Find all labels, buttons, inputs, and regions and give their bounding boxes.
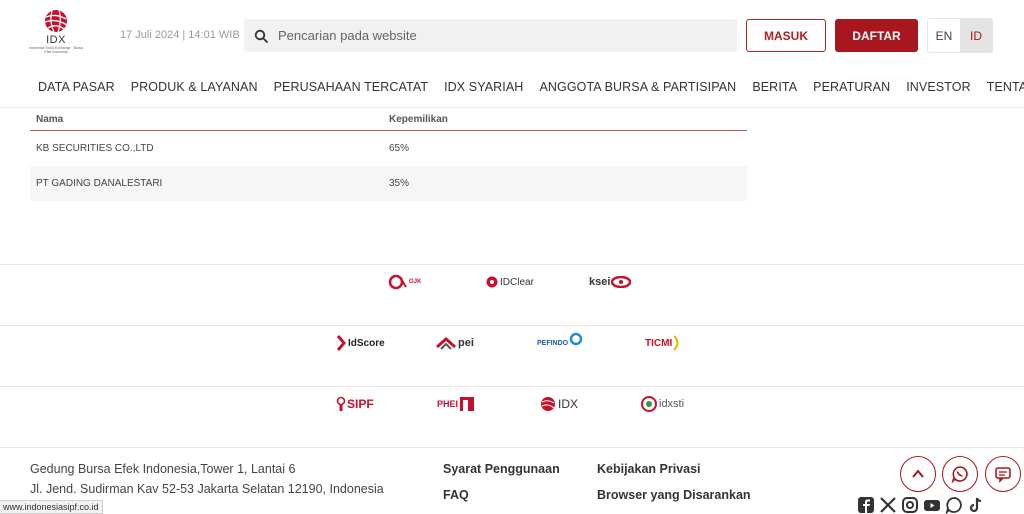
nav-idx-syariah[interactable]: IDX SYARIAH xyxy=(444,80,523,94)
ksei-label: ksei xyxy=(589,276,611,288)
chat-float-button[interactable] xyxy=(985,456,1021,492)
address-line-2: Jl. Jend. Sudirman Kav 52-53 Jakarta Sel… xyxy=(30,482,384,496)
scroll-top-button[interactable] xyxy=(900,456,936,492)
language-switcher: EN ID xyxy=(927,18,993,53)
ownership-table: Nama Kepemilikan KB SECURITIES CO.,LTD 6… xyxy=(30,108,747,201)
header-kepemilikan: Kepemilikan xyxy=(389,113,448,125)
sipf-icon xyxy=(336,396,346,411)
idx-globe-small-icon xyxy=(541,397,555,411)
ksei-logo[interactable]: ksei xyxy=(589,269,632,295)
divider xyxy=(0,447,1024,448)
lang-id-option[interactable]: ID xyxy=(960,19,992,52)
pefindo-icon xyxy=(569,332,583,346)
logo-text: IDX xyxy=(46,34,66,46)
faq-link[interactable]: FAQ xyxy=(443,488,469,502)
register-button[interactable]: DAFTAR xyxy=(835,19,918,52)
search-input[interactable] xyxy=(278,28,698,43)
idscore-label: IdScore xyxy=(348,337,385,349)
table-header: Nama Kepemilikan xyxy=(30,108,747,131)
lang-en-option[interactable]: EN xyxy=(928,19,960,52)
current-datetime: 17 Juli 2024 | 14:01 WIB xyxy=(120,29,240,41)
whatsapp-icon[interactable] xyxy=(945,496,963,514)
nav-berita[interactable]: BERITA xyxy=(752,80,797,94)
table-row: KB SECURITIES CO.,LTD 65% xyxy=(30,131,747,166)
idxsti-logo[interactable]: idxsti xyxy=(641,391,684,417)
idclear-logo[interactable]: IDClear xyxy=(486,269,534,295)
divider xyxy=(0,386,1024,387)
idclear-icon xyxy=(486,276,498,288)
phei-icon xyxy=(460,397,475,411)
nav-perusahaan-tercatat[interactable]: PERUSAHAAN TERCATAT xyxy=(274,80,428,94)
header-nama: Nama xyxy=(36,113,64,125)
ojk-logo[interactable]: OJK xyxy=(388,269,421,295)
nav-tentang-bei[interactable]: TENTANG BEI xyxy=(987,80,1024,94)
chevron-up-icon xyxy=(912,469,924,478)
x-icon[interactable] xyxy=(879,496,897,514)
cell-name: PT GADING DANALESTARI xyxy=(36,178,163,189)
idscore-logo[interactable]: IdScore xyxy=(336,330,385,356)
phei-label: PHEI xyxy=(437,399,459,409)
idclear-label: IDClear xyxy=(500,276,534,288)
cell-ownership: 65% xyxy=(389,143,410,154)
nav-produk-layanan[interactable]: PRODUK & LAYANAN xyxy=(131,80,258,94)
idx-globe-icon xyxy=(44,9,68,33)
pei-label: pei xyxy=(458,337,474,349)
pefindo-label: PEFINDO xyxy=(537,339,569,347)
nav-data-pasar[interactable]: DATA PASAR xyxy=(38,80,115,94)
chat-icon xyxy=(995,467,1011,483)
table-row: PT GADING DANALESTARI 35% xyxy=(30,166,747,201)
nav-anggota-bursa[interactable]: ANGGOTA BURSA & PARTISIPAN xyxy=(539,80,736,94)
pefindo-logo[interactable]: PEFINDO xyxy=(537,330,583,356)
browser-link[interactable]: Browser yang Disarankan xyxy=(597,488,751,502)
ticmi-logo[interactable]: TICMI xyxy=(645,330,682,356)
ticmi-arc-icon xyxy=(673,335,679,351)
whatsapp-icon xyxy=(951,466,968,483)
search-icon[interactable] xyxy=(254,29,268,43)
idx-logo[interactable]: IDX Indonesia Stock Exchange · Bursa Efe… xyxy=(28,8,84,64)
ojk-label: OJK xyxy=(409,279,422,285)
pei-logo[interactable]: pei xyxy=(436,330,474,356)
idxsti-icon xyxy=(641,396,657,412)
nav-investor[interactable]: INVESTOR xyxy=(906,80,970,94)
nav-peraturan[interactable]: PERATURAN xyxy=(813,80,890,94)
phei-logo[interactable]: PHEI xyxy=(437,391,475,417)
main-nav: DATA PASAR PRODUK & LAYANAN PERUSAHAAN T… xyxy=(38,80,1024,94)
divider xyxy=(0,264,1024,265)
login-button[interactable]: MASUK xyxy=(746,19,826,52)
cell-name: KB SECURITIES CO.,LTD xyxy=(36,143,154,154)
ticmi-label: TICMI xyxy=(645,337,673,349)
idx-channel-logo[interactable]: IDX xyxy=(540,391,578,417)
search-bar[interactable] xyxy=(244,19,737,52)
ojk-icon xyxy=(388,274,407,290)
facebook-icon[interactable] xyxy=(857,496,875,514)
ksei-swoosh-icon xyxy=(611,276,632,288)
privacy-link[interactable]: Kebijakan Privasi xyxy=(597,462,701,476)
instagram-icon[interactable] xyxy=(901,496,919,514)
idx-channel-label: IDX xyxy=(558,397,579,411)
idscore-icon xyxy=(336,335,346,351)
sipf-label: SIPF xyxy=(347,397,374,411)
sipf-logo[interactable]: SIPF xyxy=(336,391,374,417)
terms-link[interactable]: Syarat Penggunaan xyxy=(443,462,560,476)
social-links xyxy=(857,496,985,514)
pei-icon xyxy=(436,336,456,350)
idxsti-label: idxsti xyxy=(659,398,685,410)
address-line-1: Gedung Bursa Efek Indonesia,Tower 1, Lan… xyxy=(30,462,296,476)
site-header: IDX Indonesia Stock Exchange · Bursa Efe… xyxy=(0,0,1024,108)
whatsapp-float-button[interactable] xyxy=(942,456,978,492)
tiktok-icon[interactable] xyxy=(967,496,985,514)
cell-ownership: 35% xyxy=(389,178,410,189)
status-bar-url: www.indonesiasipf.co.id xyxy=(0,500,103,514)
divider xyxy=(0,325,1024,326)
logo-subtext: Indonesia Stock Exchange · Bursa Efek In… xyxy=(29,46,83,54)
youtube-icon[interactable] xyxy=(923,496,941,514)
